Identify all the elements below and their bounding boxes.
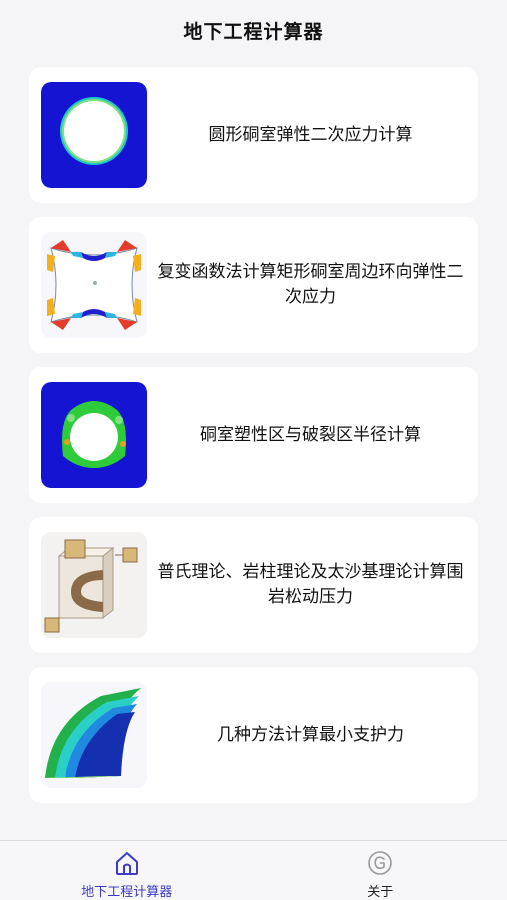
calculator-list: 圆形硐室弹性二次应力计算 复变函数法计算矩形硐室周边环向弹性二次应力 硐室塑性区… [0,58,507,803]
card-label: 几种方法计算最小支护力 [217,724,404,745]
app-header: 地下工程计算器 [0,0,507,58]
card-circular-chamber-stress[interactable]: 圆形硐室弹性二次应力计算 [29,67,478,203]
tab-about[interactable]: 关于 [254,841,507,900]
rectangular-chamber-stress-icon [41,232,147,338]
card-min-support-force[interactable]: 几种方法计算最小支护力 [29,667,478,803]
tab-calculator[interactable]: 地下工程计算器 [0,841,254,900]
card-label: 硐室塑性区与破裂区半径计算 [200,424,421,445]
card-label: 复变函数法计算矩形硐室周边环向弹性二次应力 [157,262,464,307]
about-icon [366,849,394,877]
card-label: 圆形硐室弹性二次应力计算 [208,124,413,145]
rock-block-icon [41,532,147,638]
card-plastic-zone[interactable]: 硐室塑性区与破裂区半径计算 [29,367,478,503]
bottom-tab-bar: 地下工程计算器 关于 [0,840,507,900]
circular-chamber-stress-icon [41,82,147,188]
page-title: 地下工程计算器 [183,20,324,43]
card-rock-pressure[interactable]: 普氏理论、岩柱理论及太沙基理论计算围岩松动压力 [29,517,478,653]
home-icon [113,849,141,877]
plastic-zone-icon [41,382,147,488]
support-arch-icon [41,682,147,788]
tab-label: 地下工程计算器 [81,885,173,900]
tab-label: 关于 [367,885,394,900]
card-label: 普氏理论、岩柱理论及太沙基理论计算围岩松动压力 [157,562,464,607]
card-rectangular-chamber-stress[interactable]: 复变函数法计算矩形硐室周边环向弹性二次应力 [29,217,478,353]
